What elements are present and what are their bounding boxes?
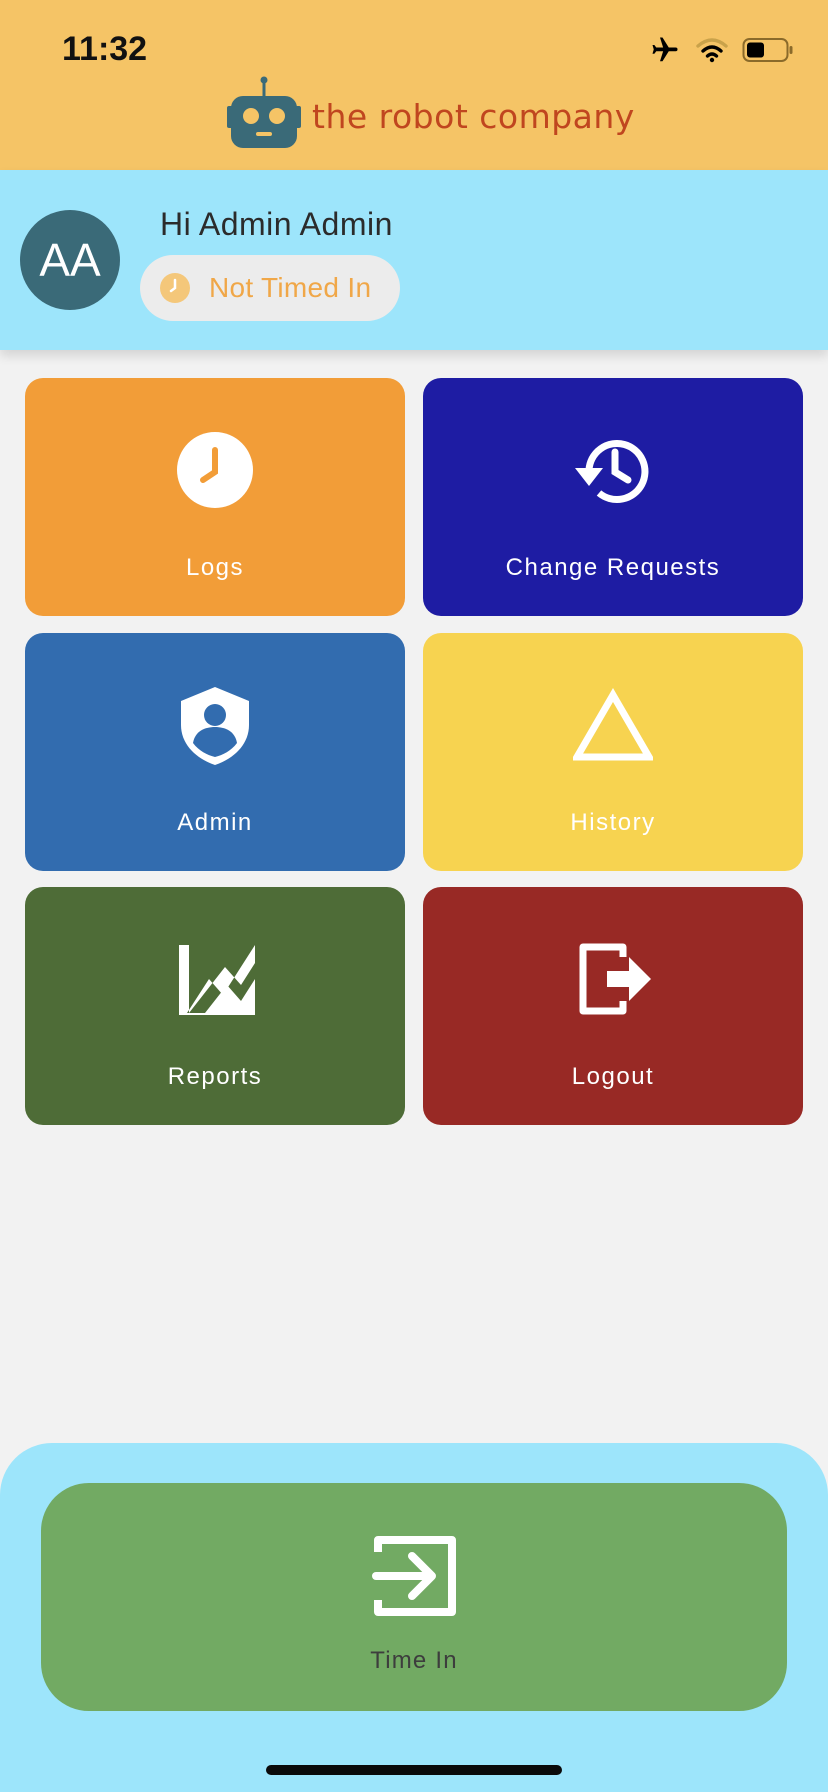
history-icon (575, 440, 649, 503)
change-requests-label: Change Requests (505, 554, 721, 581)
clock-icon (177, 432, 253, 508)
reports-label: Reports (167, 1063, 263, 1090)
chart-icon (179, 945, 255, 1015)
logout-label: Logout (571, 1063, 655, 1090)
brand-name: the robot company (312, 96, 635, 136)
time-status-badge: Not Timed In (140, 255, 400, 321)
admin-label: Admin (177, 809, 253, 836)
time-in-label: Time In (370, 1647, 458, 1674)
greeting-text: Hi Admin Admin (160, 206, 393, 242)
status-time: 11:32 (62, 30, 148, 68)
brand-logo: the robot company (222, 76, 635, 156)
avatar[interactable]: AA (20, 210, 120, 310)
status-icons (648, 32, 794, 68)
robot-icon (227, 76, 301, 148)
wifi-icon (696, 38, 728, 63)
change-requests-tile[interactable]: Change Requests (423, 378, 803, 616)
admin-shield-icon (181, 687, 249, 765)
app-header: 11:32 the robot company (0, 0, 828, 170)
logs-label: Logs (185, 554, 245, 581)
logs-tile[interactable]: Logs (25, 378, 405, 616)
battery-icon (742, 38, 793, 62)
airplane-icon (652, 37, 678, 62)
home-indicator[interactable] (266, 1765, 562, 1775)
user-bar: AA Hi Admin Admin Not Timed In (0, 170, 828, 350)
time-in-button[interactable]: Time In (41, 1483, 787, 1711)
logout-tile[interactable]: Logout (423, 887, 803, 1125)
bottom-panel: Time In (0, 1443, 828, 1792)
login-icon (372, 1536, 456, 1616)
history-label: History (570, 809, 656, 836)
time-status-label: Not Timed In (209, 272, 372, 303)
triangle-icon (573, 688, 653, 761)
history-tile[interactable]: History (423, 633, 803, 871)
admin-tile[interactable]: Admin (25, 633, 405, 871)
clock-status-icon (160, 273, 190, 303)
reports-tile[interactable]: Reports (25, 887, 405, 1125)
logout-icon (579, 943, 651, 1015)
